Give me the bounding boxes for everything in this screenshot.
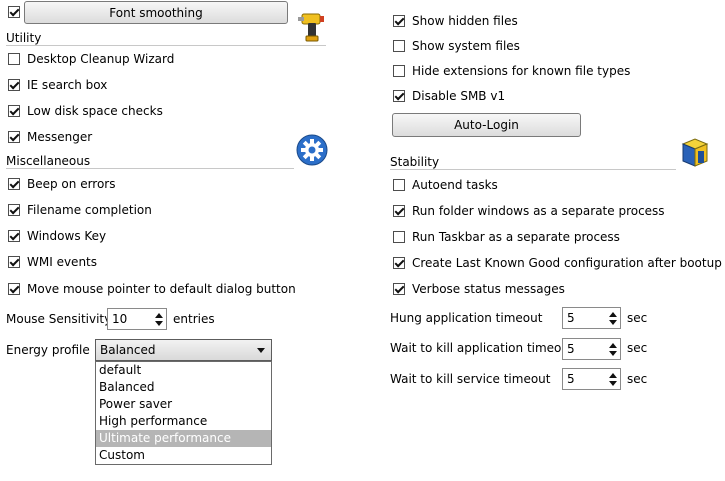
dropdown-option-custom[interactable]: Custom <box>96 447 271 464</box>
checkbox-disable-smb-v1[interactable]: Disable SMB v1 <box>393 88 505 104</box>
checkbox-box[interactable] <box>393 65 405 77</box>
checkbox-label: Desktop Cleanup Wizard <box>27 52 175 66</box>
utility-divider <box>6 45 326 46</box>
checkbox-beep-on-errors[interactable]: Beep on errors <box>8 176 116 192</box>
checkbox-box[interactable] <box>8 105 20 117</box>
checkbox-run-taskbar[interactable]: Run Taskbar as a separate process <box>393 229 620 245</box>
checkbox-show-hidden-files[interactable]: Show hidden files <box>393 13 518 29</box>
energy-profile-dropdown[interactable]: default Balanced Power saver High perfor… <box>95 361 272 465</box>
cube-icon <box>679 136 711 168</box>
checkbox-label: Create Last Known Good configuration aft… <box>412 256 722 270</box>
checkbox-hide-extensions[interactable]: Hide extensions for known file types <box>393 63 630 79</box>
checkbox-label: Disable SMB v1 <box>412 89 506 103</box>
checkbox-label: Beep on errors <box>27 177 116 191</box>
font-smoothing-button[interactable]: Font smoothing <box>24 1 288 24</box>
checkbox-box[interactable] <box>8 131 20 143</box>
spinner-value[interactable]: 5 <box>563 372 606 386</box>
checkbox-windows-key[interactable]: Windows Key <box>8 228 106 244</box>
checkbox-desktop-cleanup-wizard[interactable]: Desktop Cleanup Wizard <box>8 51 174 67</box>
checkbox-box[interactable] <box>393 231 405 243</box>
mouse-sensitivity-label: Mouse Sensitivity <box>6 312 112 326</box>
spinner-arrows[interactable] <box>606 369 620 389</box>
spinner-value[interactable]: 5 <box>563 311 606 325</box>
checkbox-messenger[interactable]: Messenger <box>8 129 92 145</box>
mouse-sensitivity-spinner[interactable]: 10 <box>107 308 167 330</box>
checkbox-label: Windows Key <box>27 229 107 243</box>
hung-app-timeout-label: Hung application timeout <box>390 311 543 325</box>
checkbox-label: Verbose status messages <box>412 282 565 296</box>
spinner-value[interactable]: 10 <box>108 312 152 326</box>
checkbox-box[interactable] <box>393 15 405 27</box>
checkbox-box[interactable] <box>393 179 405 191</box>
checkbox-label: WMI events <box>27 255 98 269</box>
dropdown-option-power-saver[interactable]: Power saver <box>96 396 271 413</box>
checkbox-label: Autoend tasks <box>412 178 498 192</box>
top-left-checkbox[interactable] <box>8 6 20 18</box>
checkbox-box[interactable] <box>393 257 405 269</box>
checkbox-box[interactable] <box>8 79 20 91</box>
stability-divider <box>390 169 676 170</box>
dropdown-option-default[interactable]: default <box>96 362 271 379</box>
mouse-sensitivity-unit: entries <box>173 312 215 326</box>
checkbox-box[interactable] <box>393 283 405 295</box>
checkbox-run-folder-windows[interactable]: Run folder windows as a separate process <box>393 203 665 219</box>
checkbox-create-last-known-good[interactable]: Create Last Known Good configuration aft… <box>393 255 722 271</box>
checkbox-box[interactable] <box>8 204 20 216</box>
checkbox-label: IE search box <box>27 78 108 92</box>
checkbox-label: Run Taskbar as a separate process <box>412 230 620 244</box>
checkbox-box[interactable] <box>8 256 20 268</box>
checkbox-box[interactable] <box>393 205 405 217</box>
checkbox-box[interactable] <box>8 230 20 242</box>
checkbox-label: Filename completion <box>27 203 152 217</box>
wait-kill-service-timeout-label: Wait to kill service timeout <box>390 372 551 386</box>
checkbox-box[interactable] <box>8 283 20 295</box>
checkbox-label: Low disk space checks <box>27 104 163 118</box>
checkbox-label: Messenger <box>27 130 93 144</box>
chevron-down-icon[interactable] <box>257 348 265 353</box>
wait-kill-service-timeout-spinner[interactable]: 5 <box>562 368 621 390</box>
miscellaneous-divider <box>6 168 294 169</box>
gear-icon <box>296 134 328 166</box>
dropdown-option-high-performance[interactable]: High performance <box>96 413 271 430</box>
drill-icon <box>296 8 328 44</box>
wait-kill-service-timeout-unit: sec <box>627 372 648 386</box>
dropdown-option-balanced[interactable]: Balanced <box>96 379 271 396</box>
spinner-arrows[interactable] <box>606 308 620 328</box>
checkbox-filename-completion[interactable]: Filename completion <box>8 202 152 218</box>
energy-profile-select[interactable]: Balanced <box>95 339 272 361</box>
checkbox-label: Hide extensions for known file types <box>412 64 631 78</box>
checkbox-label: Show hidden files <box>412 14 518 28</box>
checkbox-ie-search-box[interactable]: IE search box <box>8 77 107 93</box>
checkbox-label: Show system files <box>412 39 520 53</box>
checkbox-wmi-events[interactable]: WMI events <box>8 254 97 270</box>
checkbox-move-mouse-pointer[interactable]: Move mouse pointer to default dialog but… <box>8 281 296 297</box>
checkbox-label: Move mouse pointer to default dialog but… <box>27 282 296 296</box>
wait-kill-app-timeout-spinner[interactable]: 5 <box>562 338 621 360</box>
spinner-arrows[interactable] <box>606 339 620 359</box>
checkbox-box[interactable] <box>393 90 405 102</box>
auto-login-button[interactable]: Auto-Login <box>392 113 581 137</box>
checkbox-verbose-status-messages[interactable]: Verbose status messages <box>393 281 565 297</box>
checkbox-box[interactable] <box>8 178 20 190</box>
hung-app-timeout-spinner[interactable]: 5 <box>562 307 621 329</box>
spinner-arrows[interactable] <box>152 309 166 329</box>
checkbox-autoend-tasks[interactable]: Autoend tasks <box>393 177 498 193</box>
checkbox-low-disk-space-checks[interactable]: Low disk space checks <box>8 103 163 119</box>
spinner-value[interactable]: 5 <box>563 342 606 356</box>
checkbox-box[interactable] <box>8 53 20 65</box>
dropdown-option-ultimate-performance[interactable]: Ultimate performance <box>96 430 271 447</box>
wait-kill-app-timeout-label: Wait to kill application timeout <box>390 341 574 355</box>
hung-app-timeout-unit: sec <box>627 311 648 325</box>
energy-profile-selected: Balanced <box>100 343 156 357</box>
checkbox-show-system-files[interactable]: Show system files <box>393 38 520 54</box>
energy-profile-label: Energy profile <box>6 343 90 357</box>
checkbox-box[interactable] <box>393 40 405 52</box>
wait-kill-app-timeout-unit: sec <box>627 341 648 355</box>
checkbox-label: Run folder windows as a separate process <box>412 204 665 218</box>
